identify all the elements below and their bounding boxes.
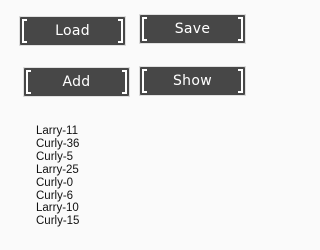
load-button[interactable]: Load: [19, 16, 126, 46]
save-button-label: Save: [174, 21, 211, 37]
list-item: Curly-0: [36, 176, 74, 189]
right-bracket-decoration: [238, 69, 243, 93]
right-bracket-decoration: [238, 17, 243, 41]
list-item: Curly-5: [36, 150, 74, 163]
show-button-label: Show: [173, 73, 212, 89]
list-item: Curly-6: [36, 189, 74, 202]
list-item: Curly-36: [36, 137, 80, 150]
results-list: Larry-11 Curly-36 Curly-5 Larry-25 Curly…: [36, 125, 79, 228]
add-button-label: Add: [62, 74, 91, 90]
left-bracket-decoration: [22, 19, 27, 43]
right-bracket-decoration: [118, 19, 123, 43]
list-item: Larry-11: [36, 125, 78, 137]
list-item: Larry-10: [36, 202, 79, 215]
right-bracket-decoration: [122, 70, 127, 94]
save-button[interactable]: Save: [139, 14, 246, 44]
list-item: Larry-25: [36, 163, 79, 176]
load-button-label: Load: [55, 23, 90, 39]
show-button[interactable]: Show: [139, 66, 246, 96]
left-bracket-decoration: [26, 70, 31, 94]
left-bracket-decoration: [142, 17, 147, 41]
list-item: Curly-15: [36, 215, 80, 228]
left-bracket-decoration: [142, 69, 147, 93]
add-button[interactable]: Add: [23, 67, 130, 97]
